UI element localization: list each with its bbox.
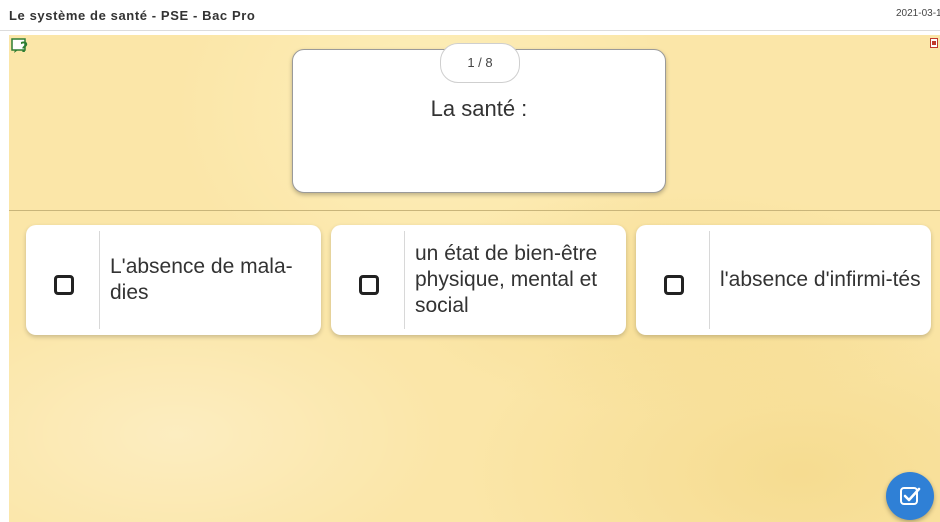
question-counter: 1 / 8 [440,43,520,83]
answer-option-2[interactable]: un état de bien-être physique, mental et… [331,225,626,335]
answer-label: L'absence de mala-dies [110,255,293,304]
help-icon[interactable]: ? [11,37,31,56]
answer-option-1[interactable]: L'absence de mala-dies [26,225,321,335]
question-text: La santé : [430,96,528,121]
validate-button[interactable] [886,472,934,520]
check-square-icon [900,487,921,505]
divider [9,210,940,211]
page-title: Le système de santé - PSE - Bac Pro [9,8,256,23]
answer-option-3[interactable]: l'absence d'infirmi-tés [636,225,931,335]
close-icon[interactable] [930,38,938,48]
answer-label: un état de bien-être physique, mental et… [415,242,598,317]
checkbox-icon[interactable] [359,275,379,295]
question-card: 1 / 8 La santé : [292,43,666,193]
answer-check-zone [331,231,405,329]
date-label: 2021-03-1 [896,8,940,19]
answer-check-zone [636,231,710,329]
svg-text:?: ? [20,40,28,55]
answer-check-zone [26,231,100,329]
answer-label: l'absence d'infirmi-tés [720,268,921,291]
checkbox-icon[interactable] [664,275,684,295]
top-bar: Le système de santé - PSE - Bac Pro 2021… [0,0,940,31]
quiz-stage: ? 1 / 8 La santé : L'absence de mala-die… [9,35,940,522]
checkbox-icon[interactable] [54,275,74,295]
